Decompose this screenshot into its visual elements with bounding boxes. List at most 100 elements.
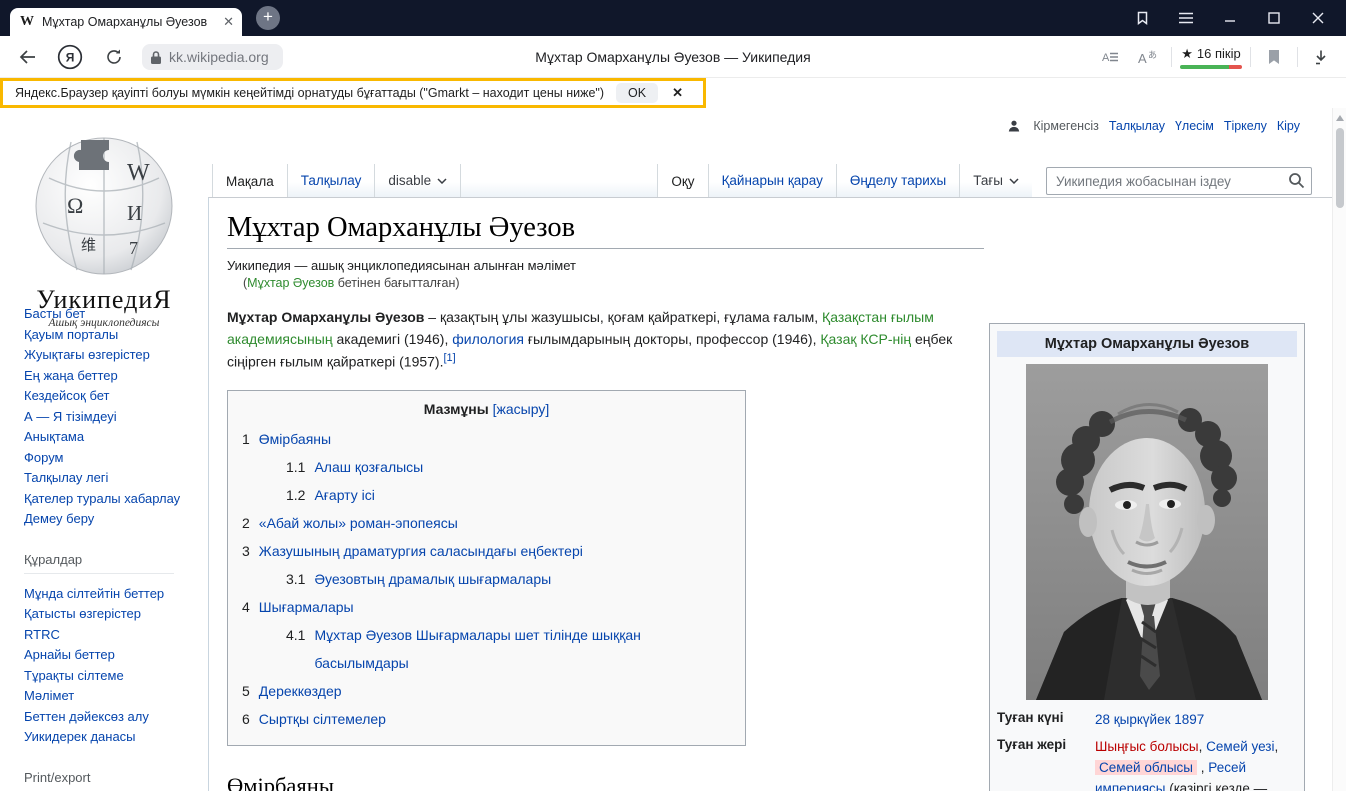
sidebar-nav-link[interactable]: Жуықтағы өзгерістер — [24, 345, 204, 366]
rating-bar — [1180, 65, 1242, 69]
tab-talk[interactable]: Талқылау — [287, 164, 375, 197]
scrollbar-thumb[interactable] — [1336, 128, 1344, 208]
downloads-icon[interactable] — [1306, 42, 1336, 72]
username-label: Кірмегенсіз — [1033, 119, 1098, 133]
sidebar-tool-link[interactable]: RTRC — [24, 625, 204, 646]
tab-read[interactable]: Оқу — [657, 164, 707, 198]
url-field[interactable]: kk.wikipedia.org — [142, 44, 283, 70]
toc-item[interactable]: 4 Шығармалары — [242, 593, 731, 621]
sidebar-nav-link[interactable]: Анықтама — [24, 427, 204, 448]
sidebar-nav-link[interactable]: Кездейсоқ бет — [24, 386, 204, 407]
user-icon — [1008, 120, 1020, 132]
sidebar-tool-link[interactable]: Уикидерек данасы — [24, 727, 204, 748]
infobox-label: Туған күні — [997, 710, 1095, 731]
tab-view-source[interactable]: Қайнарын қарау — [708, 164, 836, 197]
sidebar-print-title: Print/export — [24, 770, 174, 791]
redirect-note: (Мұхтар Әуезов бетінен бағытталған) — [243, 276, 1332, 290]
toc-item[interactable]: 1 Өмірбаяны — [242, 425, 731, 453]
toc-item[interactable]: 2 «Абай жолы» роман-эпопеясы — [242, 509, 731, 537]
tab-disable-dropdown[interactable]: disable — [374, 164, 460, 197]
notice-ok-button[interactable]: OK — [616, 83, 658, 103]
personal-login-link[interactable]: Кіру — [1277, 119, 1300, 133]
sidebar-tool-link[interactable]: Беттен дәйексөз алу — [24, 707, 204, 728]
svg-text:7: 7 — [129, 238, 138, 258]
sidebar-nav-link[interactable]: Форум — [24, 448, 204, 469]
back-icon[interactable] — [14, 44, 42, 70]
yandex-icon[interactable]: Я — [56, 44, 84, 70]
toc-item[interactable]: 5 Дереккөздер — [242, 677, 731, 705]
sidebar-tool-link[interactable]: Мұнда сілтейтін беттер — [24, 584, 204, 605]
sidebar-tool-link[interactable]: Мәлімет — [24, 686, 204, 707]
personal-register-link[interactable]: Тіркелу — [1224, 119, 1267, 133]
toc-hide-link[interactable]: [жасыру] — [493, 401, 550, 417]
svg-text:И: И — [127, 201, 142, 225]
sidebar-tool-link[interactable]: Арнайы беттер — [24, 645, 204, 666]
menu-icon[interactable] — [1164, 0, 1208, 36]
section-heading: Өмірбаяны — [227, 773, 984, 791]
tab-more-dropdown[interactable]: Тағы — [959, 164, 1032, 197]
page-title: Мұхтар Омарханұлы Әуезов — [227, 212, 984, 249]
search-input[interactable] — [1046, 167, 1312, 195]
chevron-down-icon — [437, 178, 447, 184]
tab-close-icon[interactable]: ✕ — [223, 14, 234, 30]
sidebar-tool-link[interactable]: Тұрақты сілтеме — [24, 666, 204, 687]
scrollbar[interactable] — [1332, 108, 1346, 791]
site-subtitle: Уикипедия — ашық энциклопедиясынан алынғ… — [227, 258, 1332, 273]
sidebar-nav-link[interactable]: Ең жаңа беттер — [24, 366, 204, 387]
site-rating[interactable]: ★16 пікір — [1180, 46, 1242, 69]
wikipedia-logo[interactable]: W Ω И 维 7 УикипедиЯ Ашық энциклопедиясы — [16, 128, 192, 329]
url-text: kk.wikipedia.org — [169, 49, 269, 65]
toc-item[interactable]: 1.2 Ағарту ісі — [242, 481, 731, 509]
translate-icon[interactable]: Aあ — [1133, 42, 1163, 72]
search-icon[interactable] — [1288, 172, 1305, 194]
wikipedia-favicon: W — [20, 14, 34, 30]
notice-row: Яндекс.Браузер қауіпті болуы мүмкін кеңе… — [0, 78, 1346, 108]
wikipedia-page: Кірмегенсіз Талқылау Үлесім Тіркелу Кіру… — [0, 108, 1346, 791]
toc-item[interactable]: 3 Жазушының драматургия саласындағы еңбе… — [242, 537, 731, 565]
sidebar-nav-link[interactable]: А — Я тізімдеуі — [24, 407, 204, 428]
sidebar-nav-link[interactable]: Демеу беру — [24, 509, 204, 530]
minimize-icon[interactable] — [1208, 0, 1252, 36]
toc-item[interactable]: 6 Сыртқы сілтемелер — [242, 705, 731, 733]
address-bar: Я kk.wikipedia.org Мұхтар Омарханұлы Әуе… — [0, 36, 1346, 78]
tab-article[interactable]: Мақала — [212, 164, 287, 198]
sidebar-nav-link[interactable]: Қауым порталы — [24, 325, 204, 346]
infobox-value: Шыңғыс болысы, Семей уезі, Семей облысы … — [1095, 737, 1297, 791]
toolbar-divider — [1171, 47, 1172, 67]
svg-text:A: A — [1102, 52, 1110, 64]
browser-titlebar: W Мұхтар Омарханұлы Әуезов ✕ + — [0, 0, 1346, 36]
sidebar-nav-list: Басты бетҚауым порталыЖуықтағы өзгерісте… — [24, 304, 204, 530]
sidebar-nav-link[interactable]: Талқылау легі — [24, 468, 204, 489]
maximize-icon[interactable] — [1252, 0, 1296, 36]
infobox-value: 28 қыркүйек 1897 — [1095, 710, 1297, 731]
star-icon: ★ — [1181, 46, 1193, 62]
bookmark-icon[interactable] — [1259, 42, 1289, 72]
portrait-photo[interactable] — [1026, 364, 1268, 700]
reader-mode-icon[interactable]: A — [1095, 42, 1125, 72]
toc-item[interactable]: 4.1 Мұхтар Әуезов Шығармалары шет тілінд… — [242, 621, 731, 677]
tab-panel-icon[interactable] — [1120, 0, 1164, 36]
notice-close-icon[interactable]: ✕ — [672, 85, 683, 101]
personal-contrib-link[interactable]: Үлесім — [1175, 119, 1214, 133]
infobox-row-birthdate: Туған күні 28 қыркүйек 1897 — [997, 710, 1297, 731]
tab-history[interactable]: Өңделу тарихы — [836, 164, 959, 197]
svg-text:维: 维 — [81, 236, 96, 254]
sidebar-nav-link[interactable]: Басты бет — [24, 304, 204, 325]
refresh-icon[interactable] — [100, 44, 128, 70]
personal-talk-link[interactable]: Талқылау — [1109, 119, 1165, 133]
sidebar-nav-link[interactable]: Қателер туралы хабарлау — [24, 489, 204, 510]
article-content: Мұхтар Омарханұлы Әуезов Уикипедия — ашы… — [208, 197, 1332, 791]
article-tabs-row: Мақала Талқылау disable Оқу Қайнарын қар… — [208, 164, 1332, 198]
toc-item[interactable]: 3.1 Әуезовтың драмалық шығармалары — [242, 565, 731, 593]
infobox-title: Мұхтар Омарханұлы Әуезов — [997, 331, 1297, 357]
browser-tab[interactable]: W Мұхтар Омарханұлы Әуезов ✕ — [10, 8, 242, 36]
sidebar: Басты бетҚауым порталыЖуықтағы өзгерісте… — [24, 304, 204, 791]
svg-text:W: W — [127, 160, 150, 186]
table-of-contents: Мазмұны [жасыру] 1 Өмірбаяны 1.1 Алаш қо… — [227, 390, 746, 746]
scrollbar-up-arrow[interactable] — [1336, 115, 1344, 121]
toc-item[interactable]: 1.1 Алаш қозғалысы — [242, 453, 731, 481]
close-window-icon[interactable] — [1296, 0, 1340, 36]
new-tab-button[interactable]: + — [256, 6, 280, 30]
sidebar-tool-link[interactable]: Қатысты өзгерістер — [24, 604, 204, 625]
browser-tab-title: Мұхтар Омарханұлы Әуезов — [42, 15, 217, 29]
